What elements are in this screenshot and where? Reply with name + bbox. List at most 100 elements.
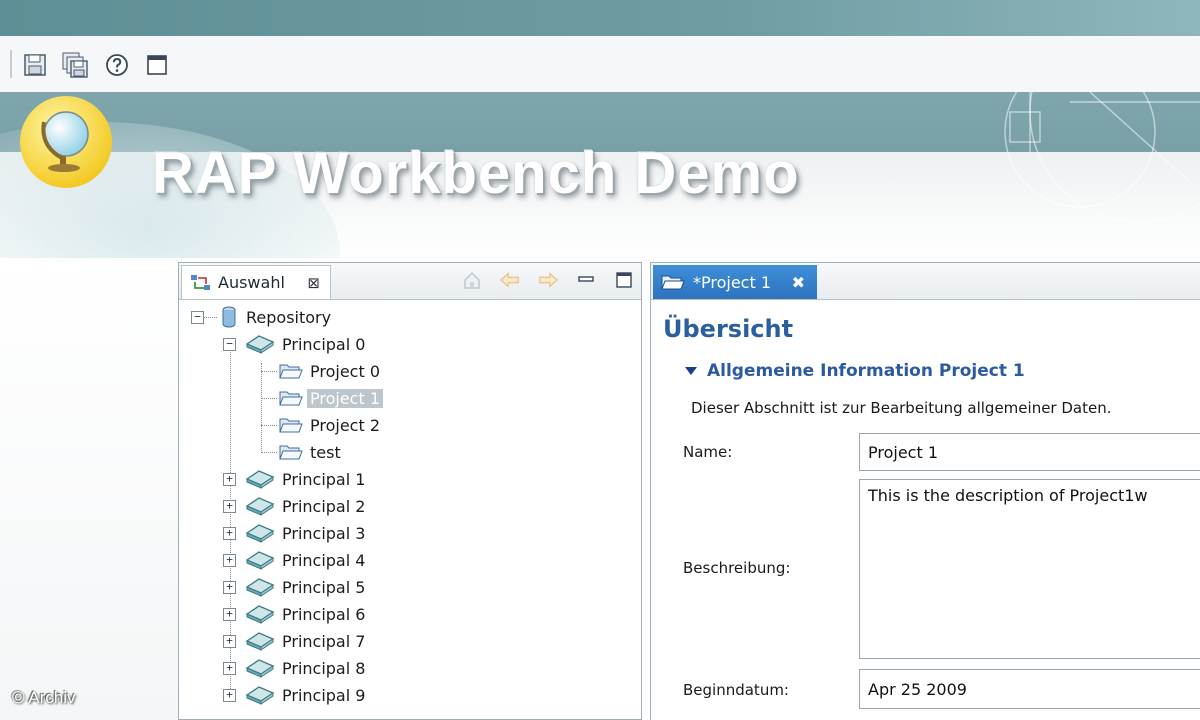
expand-toggle[interactable]: + [223, 635, 236, 648]
tree-node-label: Principal 2 [282, 496, 366, 516]
expand-toggle[interactable]: + [223, 662, 236, 675]
book-icon [245, 551, 275, 570]
tree-node-project[interactable]: test [279, 440, 344, 464]
toolbar-separator [10, 50, 12, 78]
tree-node-principal[interactable]: Principal 9 [245, 683, 368, 707]
left-background [0, 258, 178, 720]
tree-node-label: Principal 4 [282, 550, 366, 570]
tab-auswahl[interactable]: Auswahl ⊠ [181, 265, 331, 299]
expand-toggle[interactable]: + [223, 527, 236, 540]
book-icon [245, 470, 275, 489]
book-icon [245, 524, 275, 543]
help-icon [106, 54, 128, 76]
expand-toggle[interactable]: + [223, 689, 236, 702]
minimize-icon [578, 276, 594, 282]
minimize-button[interactable] [575, 269, 597, 291]
tree-node-label: Principal 1 [282, 469, 366, 489]
tree-line [261, 363, 262, 453]
tree-node-label: Principal 5 [282, 577, 366, 597]
forward-button[interactable] [537, 269, 559, 291]
expand-toggle[interactable]: + [223, 608, 236, 621]
project-editor: *Project 1 ✖ Übersicht Allgemeine Inform… [650, 262, 1200, 720]
save-all-button[interactable] [62, 52, 88, 78]
tree-node-label: Principal 3 [282, 523, 366, 543]
tree-node-principal[interactable]: Principal 0 [245, 332, 368, 356]
view-toolbar [461, 269, 635, 291]
section-header[interactable]: Allgemeine Information Project 1 [685, 361, 1025, 381]
description-label: Beschreibung: [683, 559, 791, 577]
tree-node-label: Principal 6 [282, 604, 366, 624]
book-icon [245, 686, 275, 705]
book-icon [245, 335, 275, 354]
home-icon [464, 272, 480, 289]
tree-node-project[interactable]: Project 2 [279, 413, 383, 437]
tree-node-principal[interactable]: Principal 6 [245, 602, 368, 626]
start-date-field[interactable] [859, 669, 1200, 709]
tree-node-project-selected[interactable]: Project 1 [279, 386, 384, 410]
tree-node-label: Principal 9 [282, 685, 366, 705]
close-icon[interactable]: ✖ [792, 273, 805, 292]
main-toolbar [0, 36, 1200, 93]
folder-open-icon [279, 445, 303, 460]
editor-tabbar: *Project 1 ✖ [651, 263, 1200, 300]
banner-decoration [1004, 92, 1200, 223]
tree-node-label: Project 0 [310, 361, 381, 381]
database-icon [222, 306, 236, 328]
description-field[interactable]: This is the description of Project1w [859, 479, 1200, 659]
collapse-toggle[interactable]: − [223, 338, 236, 351]
help-button[interactable] [104, 52, 130, 78]
maximize-icon [616, 272, 632, 288]
tab-auswahl-label: Auswahl [218, 273, 285, 292]
window-button[interactable] [144, 52, 170, 78]
tree-line [261, 452, 277, 453]
tree-node-principal[interactable]: Principal 7 [245, 629, 368, 653]
tree-node-principal[interactable]: Principal 1 [245, 467, 368, 491]
back-button[interactable] [499, 269, 521, 291]
tree-node-label: test [310, 442, 341, 462]
folder-open-icon [279, 364, 303, 379]
save-button[interactable] [22, 52, 48, 78]
name-field[interactable] [859, 433, 1200, 471]
close-icon[interactable]: ⊠ [307, 274, 320, 292]
forward-arrow-icon [539, 272, 559, 288]
tree-node-label: Project 2 [310, 415, 381, 435]
selection-view-tabbar: Auswahl ⊠ [179, 263, 641, 300]
tree-node-principal[interactable]: Principal 5 [245, 575, 368, 599]
tree-node-project[interactable]: Project 0 [279, 359, 383, 383]
copyright-watermark: © Archiv [12, 688, 76, 707]
app-title: RAP Workbench Demo [152, 141, 800, 206]
tree-node-label: Principal 7 [282, 631, 366, 651]
folder-open-icon [661, 275, 685, 290]
tree-node-principal[interactable]: Principal 2 [245, 494, 368, 518]
book-icon [245, 659, 275, 678]
tree-node-label: Principal 0 [282, 334, 366, 354]
save-all-icon [62, 52, 88, 78]
collapse-triangle-icon [685, 367, 697, 375]
tree-node-label: Principal 8 [282, 658, 366, 678]
start-date-label: Beginndatum: [683, 681, 789, 699]
tab-project-1[interactable]: *Project 1 ✖ [653, 265, 817, 299]
home-button[interactable] [461, 269, 483, 291]
expand-toggle[interactable]: + [223, 500, 236, 513]
save-icon [24, 54, 46, 76]
folder-open-icon [279, 391, 303, 406]
tree-line [261, 371, 277, 372]
expand-toggle[interactable]: + [223, 554, 236, 567]
window-icon [147, 55, 167, 75]
expand-toggle[interactable]: + [223, 473, 236, 486]
tree-node-repository[interactable]: Repository [219, 305, 334, 329]
name-label: Name: [683, 443, 733, 461]
book-icon [245, 578, 275, 597]
expand-toggle[interactable]: + [223, 581, 236, 594]
tree-node-principal[interactable]: Principal 8 [245, 656, 368, 680]
tree-line [261, 425, 277, 426]
folder-open-icon [279, 418, 303, 433]
editor-tab-label: *Project 1 [693, 272, 772, 292]
tree-node-principal[interactable]: Principal 3 [245, 521, 368, 545]
tree-node-label: Project 1 [307, 388, 384, 408]
collapse-toggle[interactable]: − [191, 311, 204, 324]
selection-view: Auswahl ⊠ − Repository − Principal 0 Pro… [178, 262, 642, 720]
tree-line [203, 317, 217, 318]
maximize-button[interactable] [613, 269, 635, 291]
tree-node-principal[interactable]: Principal 4 [245, 548, 368, 572]
